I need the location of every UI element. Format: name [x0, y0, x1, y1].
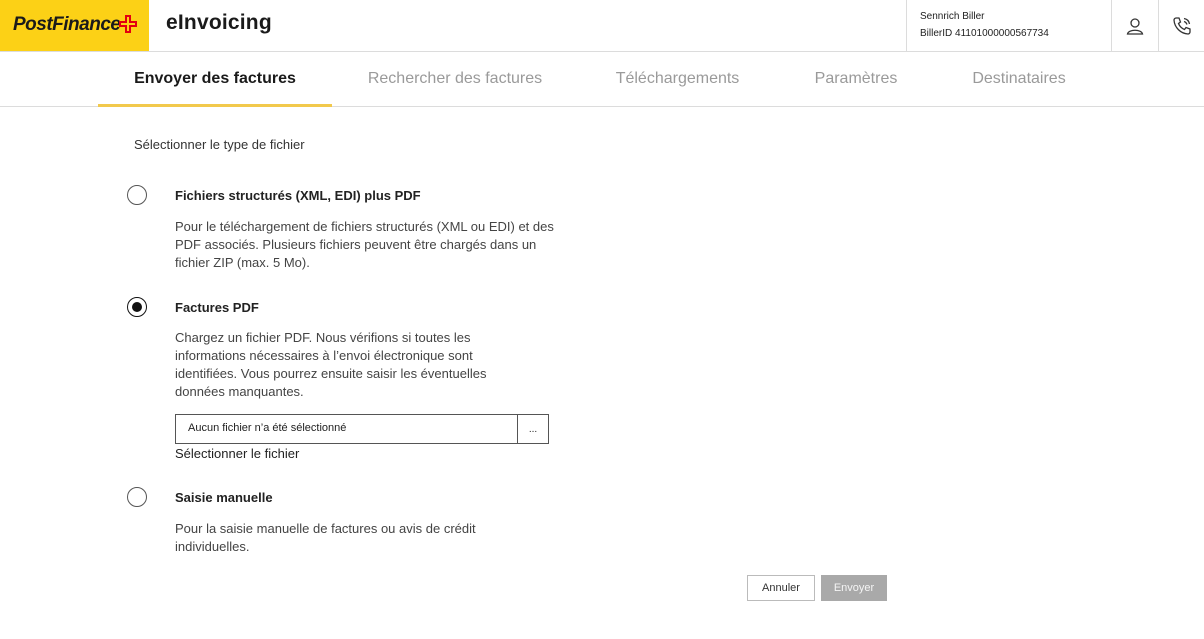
swiss-cross-icon — [119, 15, 137, 33]
option-title-manual: Saisie manuelle — [175, 490, 273, 505]
option-desc-manual: Pour la saisie manuelle de factures ou a… — [175, 521, 476, 554]
user-icon — [1126, 17, 1144, 35]
user-info: Sennrich Biller BillerID 411010000005677… — [906, 0, 1111, 51]
option-desc-structured: Pour le téléchargement de fichiers struc… — [175, 219, 554, 270]
tab-envoyer-des-factures[interactable]: Envoyer des factures — [98, 52, 332, 107]
logo-text: PostFinance — [13, 14, 121, 35]
file-input-value: Aucun fichier n’a été sélectionné — [188, 422, 347, 434]
postfinance-logo[interactable]: PostFinance — [0, 0, 149, 51]
contact-button[interactable] — [1158, 0, 1204, 51]
file-input-label: Sélectionner le fichier — [175, 446, 300, 461]
tab-parametres[interactable]: Paramètres — [800, 52, 912, 106]
app-title: eInvoicing — [166, 11, 272, 34]
phone-icon — [1173, 16, 1191, 35]
page: PostFinance eInvoicing Sennrich Biller B… — [0, 0, 1204, 639]
top-header: PostFinance eInvoicing Sennrich Biller B… — [0, 0, 1204, 52]
radio-pdf-invoices[interactable] — [127, 297, 147, 317]
main-tabs: Envoyer des factures Rechercher des fact… — [0, 52, 1204, 107]
radio-structured-files[interactable] — [127, 185, 147, 205]
biller-id: BillerID 41101000000567734 — [920, 28, 1049, 39]
option-title-structured: Fichiers structurés (XML, EDI) plus PDF — [175, 188, 421, 203]
section-title: Sélectionner le type de fichier — [134, 137, 305, 152]
user-name: Sennrich Biller — [920, 11, 985, 22]
send-button[interactable]: Envoyer — [821, 575, 887, 601]
cancel-button[interactable]: Annuler — [747, 575, 815, 601]
profile-button[interactable] — [1111, 0, 1158, 51]
option-desc-pdf: Chargez un fichier PDF. Nous vérifions s… — [175, 330, 487, 399]
file-input[interactable]: Aucun fichier n’a été sélectionné ... — [175, 414, 549, 444]
radio-manual-entry[interactable] — [127, 487, 147, 507]
tab-telechargements[interactable]: Téléchargements — [600, 52, 755, 106]
tab-destinataires[interactable]: Destinataires — [955, 52, 1083, 106]
tab-rechercher-des-factures[interactable]: Rechercher des factures — [355, 52, 555, 106]
browse-button[interactable]: ... — [517, 415, 548, 443]
option-title-pdf: Factures PDF — [175, 300, 259, 315]
